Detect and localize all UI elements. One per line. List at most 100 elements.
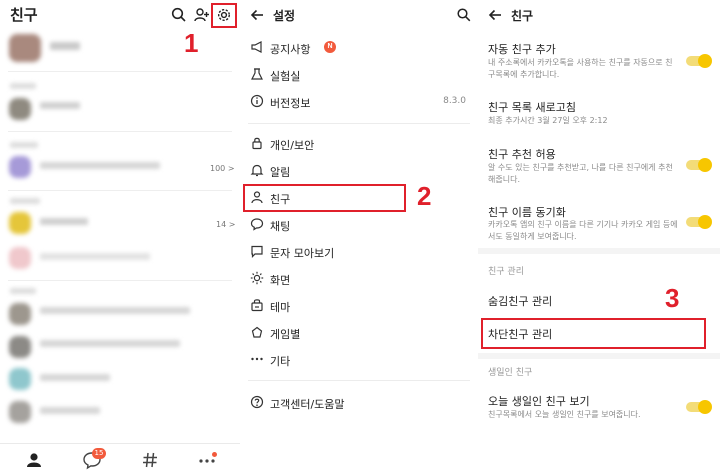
help-icon — [250, 395, 264, 409]
blocked-highlight-box — [481, 318, 706, 349]
menu-item-label: 개인/보안 — [270, 139, 315, 152]
divider — [8, 280, 232, 281]
avatar[interactable] — [9, 247, 31, 269]
menu-item-theme[interactable]: 테마 — [248, 295, 470, 317]
divider — [248, 123, 470, 124]
section-header — [10, 83, 36, 89]
avatar[interactable] — [9, 368, 31, 390]
menu-item-label: 공지사항 — [270, 43, 311, 56]
search-icon[interactable] — [170, 6, 188, 24]
menu-item-help[interactable]: 고객센터/도움말 — [248, 392, 470, 414]
setting-description: 친구목록에서 오늘 생일인 친구를 보여줍니다. — [488, 410, 641, 419]
friend-settings-title: 친구 — [511, 9, 534, 23]
menu-item-label: 실험실 — [270, 70, 301, 83]
setting-title: 친구 이름 동기화 — [488, 206, 566, 219]
avatar[interactable] — [9, 212, 31, 234]
menu-item-privacy[interactable]: 개인/보안 — [248, 133, 470, 155]
lock-icon — [250, 136, 264, 150]
section-label: 생일인 친구 — [488, 368, 533, 378]
avatar[interactable] — [9, 303, 31, 325]
chat-bubble-icon — [250, 217, 264, 231]
menu-item-label: 화면 — [270, 274, 291, 287]
menu-item-lab[interactable]: 실험실 — [248, 64, 470, 86]
setting-title: 자동 친구 추가 — [488, 43, 556, 56]
new-badge: N — [324, 41, 336, 53]
message-icon — [250, 244, 264, 258]
search-icon[interactable] — [456, 7, 472, 23]
avatar[interactable] — [9, 336, 31, 358]
hashtag-tab-icon[interactable] — [140, 450, 160, 470]
bell-icon — [250, 163, 264, 177]
setting-description: 최종 추가시간 3월 27일 오후 2:12 — [488, 116, 608, 125]
menu-item-notice[interactable]: 공지사항 N — [248, 37, 470, 59]
avatar[interactable] — [9, 98, 31, 120]
setting-title: 친구 추천 허용 — [488, 148, 556, 161]
menu-item-label: 알림 — [270, 166, 291, 179]
menu-item-sms[interactable]: 문자 모아보기 — [248, 241, 470, 263]
setting-description: 알 수도 있는 친구를 추천받고, 나를 다른 친구에게 추천해줍니다. — [488, 163, 673, 184]
menu-item-label: 버전정보 — [270, 97, 311, 110]
menu-item-label: 문자 모아보기 — [270, 247, 335, 260]
back-arrow-icon[interactable] — [249, 7, 265, 23]
theme-icon — [250, 298, 264, 312]
menu-item-label: 기타 — [270, 355, 291, 368]
my-profile-name[interactable] — [50, 42, 80, 50]
birthday-toggle[interactable] — [686, 400, 712, 414]
section-header — [10, 288, 36, 294]
name-sync-toggle[interactable] — [686, 215, 712, 229]
menu-item-label: 고객센터/도움말 — [270, 398, 345, 411]
setting-title: 오늘 생일인 친구 보기 — [488, 395, 590, 408]
list-item[interactable] — [40, 218, 88, 225]
hidden-friends-item[interactable]: 숨김친구 관리 — [488, 293, 552, 309]
avatar[interactable] — [9, 156, 31, 178]
setting-title[interactable]: 친구 목록 새로고침 — [488, 99, 576, 115]
more-tab-dot — [212, 452, 217, 457]
setting-description: 카카오톡 앱의 친구 이름을 다른 기기나 카카오 게임 등에서도 동일하게 보… — [488, 220, 678, 241]
friends-panel: 친구 1 100 > 14 > 15 — [0, 0, 240, 475]
friend-count[interactable]: 14 > — [216, 220, 235, 229]
add-friend-icon[interactable] — [193, 6, 211, 24]
list-item[interactable] — [40, 307, 190, 314]
divider — [248, 380, 470, 381]
section-header — [10, 198, 40, 204]
setting-description: 내 주소록에서 카카오톡을 사용하는 친구를 자동으로 친구목록에 추가합니다. — [488, 58, 673, 79]
avatar[interactable] — [9, 401, 31, 423]
menu-item-display[interactable]: 화면 — [248, 268, 470, 290]
brightness-icon — [250, 271, 264, 285]
list-item[interactable] — [40, 253, 150, 260]
friend-count[interactable]: 100 > — [210, 164, 235, 173]
megaphone-icon — [250, 40, 264, 54]
bottom-tab-bar — [0, 443, 240, 475]
divider — [8, 190, 232, 191]
list-item[interactable] — [40, 340, 180, 347]
divider — [8, 131, 232, 132]
game-icon — [250, 325, 264, 339]
menu-item-label: 채팅 — [270, 220, 291, 233]
auto-add-toggle[interactable] — [686, 54, 712, 68]
list-item[interactable] — [40, 407, 100, 414]
menu-item-game[interactable]: 게임별 — [248, 322, 470, 344]
info-icon — [250, 94, 264, 108]
step-number: 3 — [665, 283, 680, 313]
recommend-toggle[interactable] — [686, 158, 712, 172]
friends-tab-icon[interactable] — [24, 450, 44, 470]
more-dots-icon — [250, 352, 264, 366]
list-item[interactable] — [40, 102, 80, 109]
section-label: 친구 관리 — [488, 267, 524, 277]
menu-item-chat[interactable]: 채팅 — [248, 214, 470, 236]
menu-item-version[interactable]: 버전정보 8.3.0 — [248, 91, 470, 113]
list-item[interactable] — [40, 374, 110, 381]
menu-item-notification[interactable]: 알림 — [248, 160, 470, 182]
back-arrow-icon[interactable] — [487, 7, 503, 23]
menu-item-label: 게임별 — [270, 328, 301, 341]
avatar[interactable] — [9, 34, 41, 62]
friends-header: 친구 — [0, 0, 240, 32]
section-separator — [478, 248, 720, 254]
section-separator — [478, 353, 720, 359]
friends-title: 친구 — [10, 6, 38, 24]
menu-item-etc[interactable]: 기타 — [248, 349, 470, 371]
divider — [8, 71, 232, 72]
menu-item-label: 테마 — [270, 301, 291, 314]
list-item[interactable] — [40, 162, 160, 169]
version-value: 8.3.0 — [443, 96, 466, 106]
